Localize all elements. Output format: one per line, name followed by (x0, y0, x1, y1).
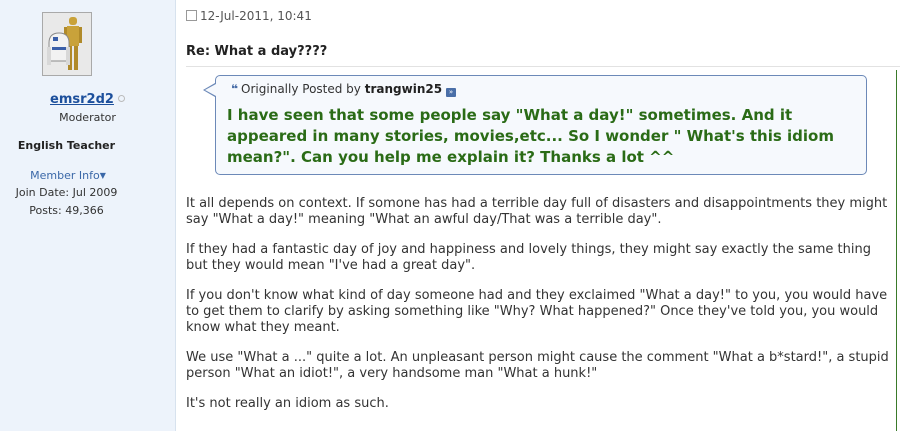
user-title: English Teacher (17, 139, 116, 152)
quote-text: I have seen that some people say "What a… (227, 106, 834, 166)
quote-prefix: Originally Posted by (241, 82, 361, 96)
title-divider (186, 66, 900, 67)
view-post-icon[interactable]: » (446, 88, 457, 97)
robot-avatar-image (43, 13, 91, 75)
post-title: Re: What a day???? (186, 44, 328, 59)
post-date: 12-Jul-2011, 10:41 (186, 9, 312, 23)
post-paragraph: It's not really an idiom as such. (186, 396, 389, 411)
username-link[interactable]: emsr2d2 (0, 92, 175, 107)
quote-icon: ❝ (231, 82, 238, 96)
user-rank: Moderator (59, 111, 116, 124)
green-edge-divider (896, 70, 897, 431)
user-sidebar: emsr2d2 Moderator English Teacher Member… (0, 0, 176, 431)
member-info-dropdown[interactable]: Member Info▼ (0, 169, 136, 182)
avatar[interactable] (42, 12, 92, 76)
post-icon (186, 10, 197, 21)
quote-author: trangwin25 (364, 82, 443, 96)
post-paragraph: If you don't know what kind of day someo… (186, 288, 888, 335)
post-paragraph: We use "What a ..." quite a lot. An unpl… (186, 350, 889, 381)
post-count: Posts: 49,366 (29, 204, 104, 217)
dropdown-arrow-icon: ▼ (99, 171, 106, 180)
post-paragraph: It all depends on context. If somone has… (186, 196, 888, 227)
join-date: Join Date: Jul 2009 (15, 186, 118, 199)
quote-header: ❝ Originally Posted by trangwin25» (231, 82, 457, 97)
post-paragraph: If they had a fantastic day of joy and h… (186, 242, 871, 273)
post-body: It all depends on context. If somone has… (186, 196, 896, 426)
offline-status-icon (117, 95, 125, 102)
